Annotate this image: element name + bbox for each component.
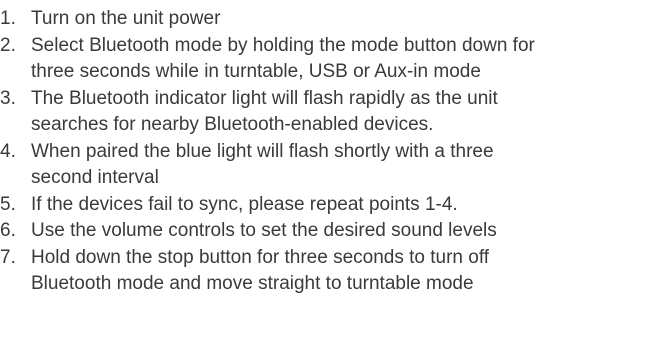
instruction-step: 4. When paired the blue light will flash…	[0, 139, 651, 192]
step-text: Hold down the stop button for three seco…	[31, 246, 490, 268]
step-number: 4.	[0, 140, 16, 162]
step-text: The Bluetooth indicator light will flash…	[31, 87, 498, 109]
step-number: 5.	[0, 193, 16, 215]
instruction-step: 6. Use the volume controls to set the de…	[0, 218, 651, 245]
step-number: 2.	[0, 34, 16, 56]
step-text: second interval	[31, 167, 159, 188]
step-number: 6.	[0, 220, 16, 241]
step-text: Turn on the unit power	[31, 8, 221, 29]
instruction-list: 1. Turn on the unit power 2. Select Blue…	[0, 0, 651, 298]
step-text: When paired the blue light will flash sh…	[31, 140, 494, 162]
step-number: 3.	[0, 87, 16, 109]
step-number: 1.	[0, 8, 16, 29]
step-text: searches for nearby Bluetooth-enabled de…	[31, 114, 434, 135]
step-text: Select Bluetooth mode by holding the mod…	[31, 34, 535, 56]
step-text: Use the volume controls to set the desir…	[31, 220, 497, 241]
instruction-step: 5. If the devices fail to sync, please r…	[0, 192, 651, 219]
step-number: 7.	[0, 246, 16, 268]
step-text: three seconds while in turntable, USB or…	[31, 61, 481, 82]
instruction-step: 1. Turn on the unit power	[0, 6, 651, 33]
instruction-step: 2. Select Bluetooth mode by holding the …	[0, 33, 651, 86]
instruction-step: 3. The Bluetooth indicator light will fl…	[0, 86, 651, 139]
instruction-step: 7. Hold down the stop button for three s…	[0, 245, 651, 298]
step-text: Bluetooth mode and move straight to turn…	[31, 273, 474, 294]
step-text: If the devices fail to sync, please repe…	[31, 193, 458, 215]
